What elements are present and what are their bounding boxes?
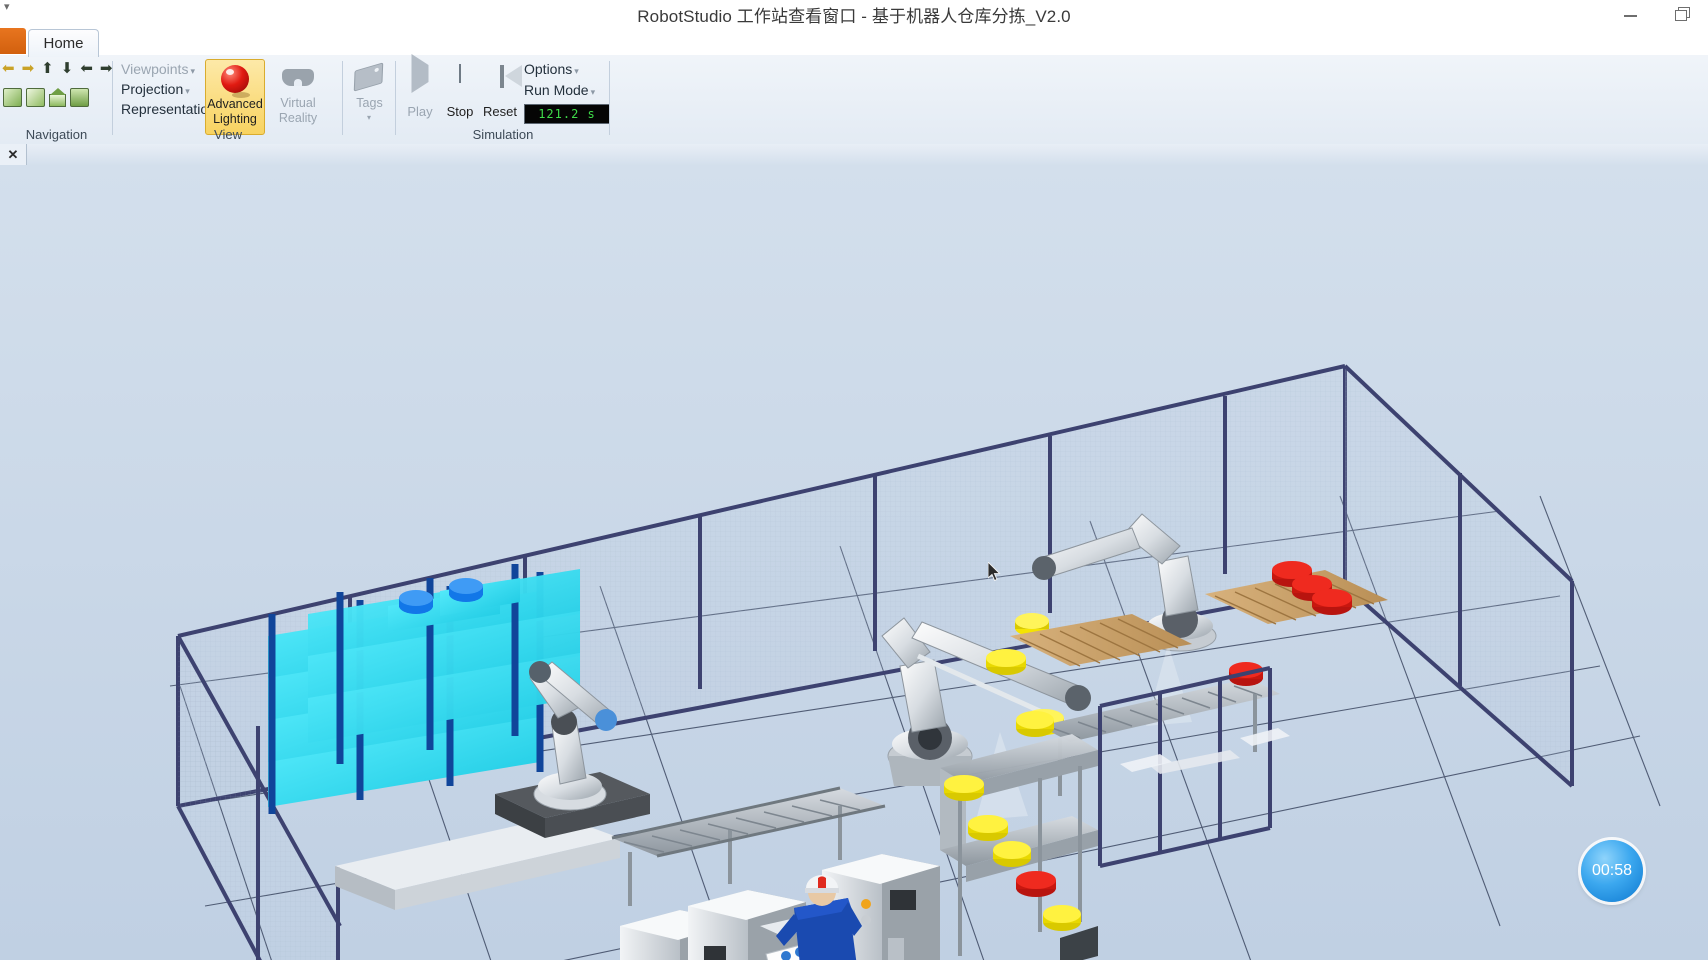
timer-bubble-value: 00:58 [1591, 862, 1633, 879]
options-menu[interactable]: Options ▾ [524, 61, 579, 77]
advanced-lighting-button[interactable]: Advanced Lighting [205, 59, 265, 135]
group-separator [609, 61, 610, 135]
virtual-reality-label-1: Virtual [280, 96, 316, 110]
ribbon-group-tags: Tags ▾ [343, 55, 396, 143]
window-controls [1604, 0, 1708, 28]
chevron-down-icon: ▾ [367, 113, 372, 122]
view-front-icon[interactable] [3, 88, 22, 107]
move-right-icon[interactable]: ➡ [100, 61, 113, 76]
pan-left-icon[interactable]: ⬅ [2, 61, 15, 76]
group-label-view: View [214, 127, 242, 142]
tab-home[interactable]: Home [28, 29, 99, 57]
play-label: Play [407, 104, 433, 119]
vr-goggles-icon [282, 69, 314, 86]
move-left-icon[interactable]: ⬅ [80, 61, 93, 76]
title-bar: ▾ RobotStudio 工作站查看窗口 - 基于机器人仓库分拣_V2.0 [0, 0, 1708, 28]
ribbon-body: ⬅ ➡ ⬆ ⬇ ⬅ ➡ Navigation Viewpoints ▾ Proj… [0, 54, 1708, 143]
3d-viewport[interactable]: 00:58 Y [0, 166, 1708, 960]
representation-label: Representation [121, 101, 216, 117]
advanced-lighting-label-2: Lighting [213, 112, 257, 126]
simulation-timer-display: 121.2 s [524, 104, 610, 124]
tab-home-label: Home [43, 35, 84, 52]
stop-icon [459, 64, 461, 83]
pan-right-icon[interactable]: ➡ [22, 61, 35, 76]
virtual-reality-label-2: Reality [278, 111, 318, 125]
chevron-down-icon: ▾ [574, 66, 579, 76]
view-side-icon[interactable] [26, 88, 45, 107]
navigation-arrow-row: ⬅ ➡ ⬆ ⬇ ⬅ ➡ [2, 61, 112, 76]
group-label-simulation: Simulation [472, 127, 534, 142]
restore-button[interactable] [1656, 0, 1708, 26]
run-mode-label: Run Mode [524, 82, 589, 98]
red-sphere-icon [221, 65, 249, 93]
reset-label: Reset [483, 104, 517, 119]
stop-button[interactable]: Stop [440, 59, 480, 133]
view-home-icon[interactable] [49, 88, 66, 107]
tags-label: Tags [356, 96, 383, 110]
view-split-icon[interactable] [70, 88, 89, 107]
stop-label: Stop [446, 104, 474, 119]
tag-icon[interactable] [353, 62, 384, 92]
close-document-tab[interactable]: ✕ [0, 144, 27, 165]
group-label-navigation: Navigation [25, 127, 88, 142]
run-mode-menu[interactable]: Run Mode ▾ [524, 82, 595, 98]
warehouse-3d-scene [0, 166, 1708, 960]
chevron-down-icon: ▾ [185, 86, 190, 96]
minimize-icon [1623, 15, 1637, 17]
projection-menu[interactable]: Projection ▾ [121, 81, 190, 97]
ribbon-tab-strip: Home [0, 28, 1708, 57]
application-menu-button[interactable] [0, 28, 26, 54]
chevron-down-icon: ▾ [190, 66, 195, 76]
window-title: RobotStudio 工作站查看窗口 - 基于机器人仓库分拣_V2.0 [637, 7, 1071, 26]
play-button[interactable]: Play [400, 54, 440, 133]
navigation-view-row [3, 88, 89, 107]
reset-button[interactable]: Reset [480, 59, 522, 133]
ribbon-group-navigation: ⬅ ➡ ⬆ ⬇ ⬅ ➡ Navigation [0, 55, 113, 143]
minimize-button[interactable] [1604, 0, 1656, 26]
simulation-timer-bubble: 00:58 [1581, 840, 1643, 902]
viewpoints-label: Viewpoints [121, 61, 189, 77]
move-up-icon[interactable]: ⬆ [41, 61, 54, 76]
viewpoints-menu[interactable]: Viewpoints ▾ [121, 61, 195, 77]
ribbon: Home ⬅ ➡ ⬆ ⬇ ⬅ ➡ Navigation Viewpoints ▾… [0, 28, 1708, 145]
simulation-timer-value: 121.2 s [538, 107, 596, 121]
move-down-icon[interactable]: ⬇ [61, 61, 74, 76]
advanced-lighting-label-1: Advanced [207, 97, 263, 111]
ribbon-group-view: Viewpoints▾ Projection▾ Representation▾ … [113, 55, 343, 143]
mouse-cursor [988, 562, 1001, 582]
options-label: Options [524, 61, 573, 77]
chevron-down-icon: ▾ [590, 87, 596, 97]
virtual-reality-button[interactable]: Virtual Reality [270, 59, 326, 133]
ribbon-group-simulation: Play Stop Reset Options ▾ Run Mode ▾ 121.2… [396, 54, 610, 143]
play-icon [411, 54, 429, 93]
document-tab-strip: ✕ [0, 144, 1708, 167]
close-icon: ✕ [7, 146, 19, 162]
restore-icon [1675, 6, 1690, 21]
projection-label: Projection [121, 81, 184, 97]
